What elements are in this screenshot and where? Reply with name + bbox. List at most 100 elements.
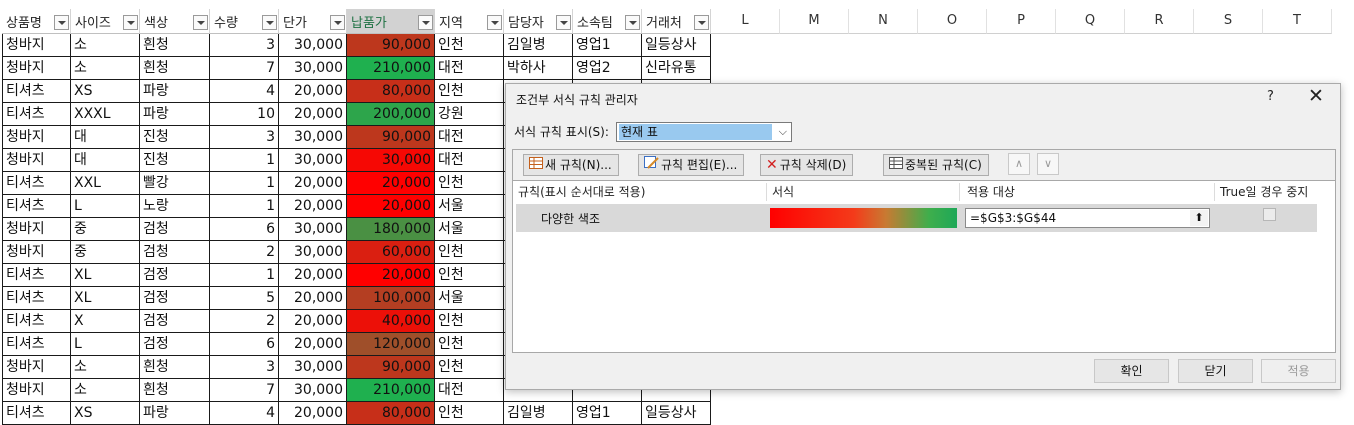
table-cell[interactable]: 3 [210, 356, 279, 379]
table-cell[interactable]: 일등상사 [642, 402, 711, 425]
table-cell[interactable]: 30,000 [279, 218, 347, 241]
table-cell[interactable]: 30,000 [279, 356, 347, 379]
column-header[interactable]: 색상 [140, 9, 210, 34]
edit-rule-button[interactable]: 규칙 편집(E)... [638, 154, 745, 176]
column-header[interactable]: 지역 [435, 9, 504, 34]
column-letter[interactable]: R [1125, 9, 1194, 34]
table-cell[interactable]: 티셔츠 [2, 195, 71, 218]
table-cell[interactable]: 티셔츠 [2, 264, 71, 287]
new-rule-button[interactable]: 새 규칙(N)... [523, 154, 619, 176]
table-cell[interactable]: 4 [210, 80, 279, 103]
table-cell[interactable]: 1 [210, 195, 279, 218]
table-cell[interactable]: 20,000 [279, 80, 347, 103]
table-cell[interactable]: 김일병 [504, 34, 573, 57]
table-cell[interactable]: 서울 [435, 218, 504, 241]
table-cell[interactable]: 소 [71, 34, 140, 57]
table-cell[interactable]: 인천 [435, 34, 504, 57]
table-cell[interactable]: 소 [71, 57, 140, 80]
table-cell[interactable]: 인천 [435, 241, 504, 264]
filter-dropdown-icon[interactable] [694, 15, 709, 30]
table-cell[interactable]: 100,000 [347, 287, 435, 310]
table-cell[interactable]: 인천 [435, 333, 504, 356]
filter-dropdown-icon[interactable] [487, 15, 502, 30]
table-cell[interactable]: 청바지 [2, 149, 71, 172]
table-cell[interactable]: 일등상사 [642, 34, 711, 57]
table-cell[interactable]: 30,000 [279, 379, 347, 402]
table-cell[interactable]: 티셔츠 [2, 310, 71, 333]
table-cell[interactable]: 2 [210, 241, 279, 264]
table-cell[interactable]: 200,000 [347, 103, 435, 126]
table-cell[interactable]: 중 [71, 218, 140, 241]
help-icon[interactable]: ? [1267, 89, 1274, 104]
duplicate-rule-button[interactable]: 중복된 규칙(C) [883, 154, 989, 176]
table-cell[interactable]: L [71, 333, 140, 356]
table-cell[interactable]: 영업1 [573, 402, 642, 425]
table-cell[interactable]: 검청 [140, 218, 210, 241]
table-cell[interactable]: 영업1 [573, 34, 642, 57]
filter-dropdown-icon[interactable] [625, 15, 640, 30]
table-cell[interactable]: 검정 [140, 264, 210, 287]
table-cell[interactable]: 진청 [140, 149, 210, 172]
table-cell[interactable]: XL [71, 287, 140, 310]
table-cell[interactable]: 대 [71, 149, 140, 172]
table-cell[interactable]: 20,000 [279, 402, 347, 425]
table-cell[interactable]: 10 [210, 103, 279, 126]
table-cell[interactable]: 흰청 [140, 379, 210, 402]
table-cell[interactable]: 청바지 [2, 218, 71, 241]
table-cell[interactable]: 검청 [140, 241, 210, 264]
table-cell[interactable]: 검정 [140, 310, 210, 333]
table-cell[interactable]: 1 [210, 172, 279, 195]
ok-button[interactable]: 확인 [1094, 359, 1169, 383]
delete-rule-button[interactable]: ✕ 규칙 삭제(D) [760, 154, 854, 176]
table-cell[interactable]: 청바지 [2, 241, 71, 264]
table-cell[interactable]: 흰청 [140, 57, 210, 80]
table-cell[interactable]: 청바지 [2, 57, 71, 80]
collapse-dialog-icon[interactable]: ⬆ [1190, 210, 1208, 226]
table-cell[interactable]: 30,000 [279, 241, 347, 264]
table-cell[interactable]: 중 [71, 241, 140, 264]
table-cell[interactable]: 노랑 [140, 195, 210, 218]
table-cell[interactable]: 30,000 [279, 34, 347, 57]
filter-dropdown-icon[interactable] [556, 15, 571, 30]
show-rules-dropdown[interactable]: 현재 표 ⌵ [616, 122, 792, 142]
table-cell[interactable]: 20,000 [279, 264, 347, 287]
column-letter[interactable]: P [987, 9, 1056, 34]
table-cell[interactable]: 인천 [435, 80, 504, 103]
table-cell[interactable]: 진청 [140, 126, 210, 149]
table-cell[interactable]: L [71, 195, 140, 218]
table-cell[interactable]: XXL [71, 172, 140, 195]
table-cell[interactable]: 20,000 [347, 195, 435, 218]
column-letter[interactable]: L [711, 9, 780, 34]
column-letter[interactable]: Q [1056, 9, 1125, 34]
table-cell[interactable]: 티셔츠 [2, 333, 71, 356]
table-cell[interactable]: 소 [71, 356, 140, 379]
table-cell[interactable]: 강원 [435, 103, 504, 126]
column-letter[interactable]: S [1194, 9, 1263, 34]
column-header[interactable]: 수량 [210, 9, 279, 34]
table-cell[interactable]: 20,000 [279, 195, 347, 218]
table-cell[interactable]: 대전 [435, 149, 504, 172]
table-cell[interactable]: 1 [210, 149, 279, 172]
table-cell[interactable]: 인천 [435, 402, 504, 425]
table-cell[interactable]: 80,000 [347, 80, 435, 103]
table-cell[interactable]: 청바지 [2, 34, 71, 57]
table-cell[interactable]: 청바지 [2, 379, 71, 402]
table-cell[interactable]: 30,000 [347, 149, 435, 172]
column-header[interactable]: 담당자 [504, 9, 573, 34]
column-letter[interactable]: N [849, 9, 918, 34]
table-cell[interactable]: 인천 [435, 310, 504, 333]
table-cell[interactable]: 20,000 [279, 103, 347, 126]
table-cell[interactable]: 박하사 [504, 57, 573, 80]
table-cell[interactable]: 30,000 [279, 149, 347, 172]
table-cell[interactable]: 서울 [435, 287, 504, 310]
filter-dropdown-icon[interactable] [418, 15, 433, 30]
table-cell[interactable]: 5 [210, 287, 279, 310]
table-cell[interactable]: 4 [210, 402, 279, 425]
column-header[interactable]: 거래처 [642, 9, 711, 34]
move-up-button[interactable]: ∧ [1008, 153, 1030, 175]
column-header[interactable]: 사이즈 [71, 9, 140, 34]
table-cell[interactable]: 90,000 [347, 126, 435, 149]
column-letter[interactable]: O [918, 9, 987, 34]
table-cell[interactable]: 인천 [435, 356, 504, 379]
column-header[interactable]: 납품가 [347, 9, 435, 34]
